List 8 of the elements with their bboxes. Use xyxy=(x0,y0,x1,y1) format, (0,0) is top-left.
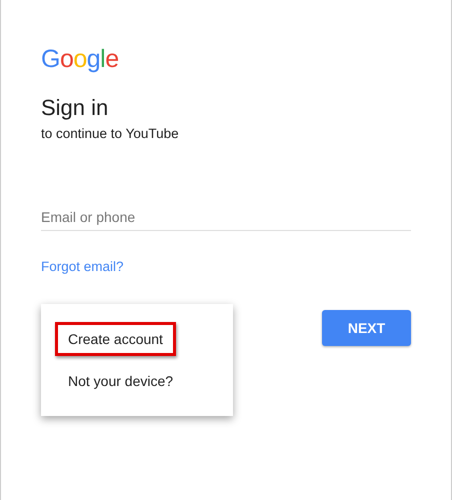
google-logo: Google xyxy=(41,44,119,74)
subtitle: to continue to YouTube xyxy=(41,126,179,141)
menu-item[interactable]: Create account xyxy=(55,322,176,356)
email-field[interactable]: Email or phone xyxy=(41,209,411,231)
forgot-email-link[interactable]: Forgot email? xyxy=(41,259,124,274)
page-title: Sign in xyxy=(41,94,108,122)
next-button[interactable]: NEXT xyxy=(322,310,411,346)
menu-item[interactable]: Not your device? xyxy=(55,364,186,398)
